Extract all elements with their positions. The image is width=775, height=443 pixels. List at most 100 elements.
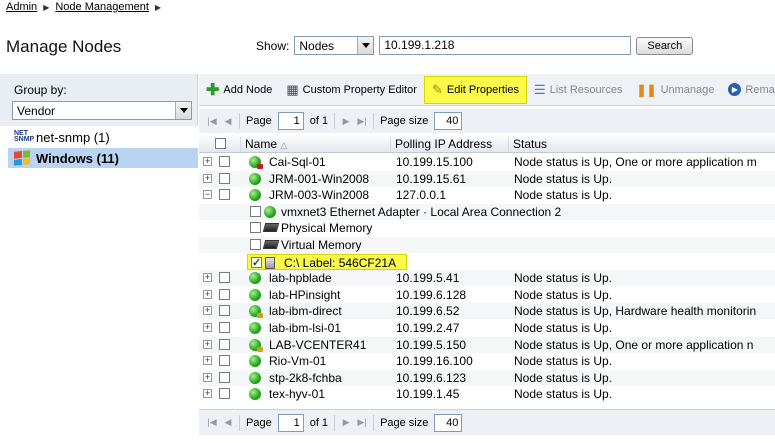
breadcrumb-node-management[interactable]: Node Management (55, 1, 149, 13)
resource-item[interactable]: Physical Memory (247, 220, 767, 236)
resource-item[interactable]: vmxnet3 Ethernet Adapter · Local Area Co… (247, 204, 767, 220)
critical-badge-icon (257, 164, 263, 169)
next-page-icon[interactable]: ▶ (341, 116, 351, 126)
group-by-select[interactable]: Vendor (12, 101, 192, 120)
table-row[interactable]: + lab-ibm-lsi-01 10.199.2.47 Node status is… (199, 320, 775, 336)
expand-icon[interactable]: + (203, 273, 212, 283)
row-checkbox[interactable] (219, 388, 230, 400)
list-resources-button[interactable]: ☰ List Resources (527, 75, 629, 105)
custom-property-editor-button[interactable]: ▦ Custom Property Editor (279, 75, 424, 105)
table-row[interactable]: + JRM-001-Win2008 10.199.15.61 Node status … (199, 170, 775, 187)
expand-icon[interactable]: + (203, 339, 212, 349)
node-name[interactable]: lab-HPinsight (269, 287, 389, 303)
page-size-input[interactable]: 40 (434, 413, 463, 432)
resource-item[interactable]: Virtual Memory (247, 237, 767, 253)
row-checkbox[interactable] (219, 338, 230, 350)
expand-icon[interactable]: + (203, 372, 212, 382)
warning-badge-icon (257, 313, 263, 319)
row-checkbox[interactable] (219, 172, 230, 184)
polling-ip: 127.0.0.1 (396, 188, 447, 203)
search-button[interactable]: Search (636, 36, 694, 55)
node-status: Node status is Up, One or more applicati… (514, 155, 757, 169)
add-node-button[interactable]: ✚ Add Node (199, 75, 279, 105)
node-name[interactable]: Cai-Sql-01 (269, 154, 389, 170)
last-page-icon[interactable]: ▶| (357, 417, 367, 428)
node-name[interactable]: LAB-VCENTER41 (269, 337, 389, 353)
last-page-icon[interactable]: ▶| (357, 116, 367, 126)
node-name[interactable]: tex-hyv-01 (269, 386, 389, 402)
node-name[interactable]: JRM-003-Win2008 (269, 187, 389, 203)
resource-checkbox[interactable] (250, 222, 261, 234)
next-page-icon[interactable]: ▶ (341, 417, 351, 428)
row-checkbox[interactable] (219, 288, 230, 300)
node-name[interactable]: stp-2k8-fchba (269, 370, 389, 386)
expand-icon[interactable]: + (203, 289, 212, 299)
select-all-checkbox[interactable] (215, 138, 226, 149)
row-checkbox[interactable] (219, 305, 230, 317)
status-up-icon (249, 338, 263, 352)
expand-icon[interactable]: + (203, 157, 212, 166)
show-select[interactable]: Nodes (294, 36, 375, 55)
row-checkbox[interactable] (219, 272, 230, 284)
polling-ip: 10.199.1.45 (396, 387, 460, 402)
search-input[interactable]: 10.199.1.218 (379, 36, 632, 55)
resource-checkbox[interactable] (250, 205, 261, 217)
expand-icon[interactable]: + (203, 173, 212, 183)
row-checkbox[interactable] (219, 371, 230, 383)
header-status[interactable]: Status (509, 137, 775, 152)
node-status: Node status is Up, One or more applicati… (514, 337, 754, 352)
resource-checkbox[interactable] (251, 255, 262, 269)
prev-page-icon[interactable]: ◀ (223, 116, 233, 126)
polling-ip: 10.199.6.123 (396, 370, 467, 385)
node-name[interactable]: Rio-Vm-01 (269, 353, 389, 369)
page-input[interactable]: 1 (277, 112, 304, 130)
table-row[interactable]: + Cai-Sql-01 10.199.15.100 Node status is U… (199, 154, 775, 170)
table-row[interactable]: + lab-hpblade 10.199.5.41 Node status is Up… (199, 270, 775, 287)
child-resource-row[interactable]: Virtual Memory (199, 237, 775, 253)
prev-page-icon[interactable]: ◀ (223, 417, 233, 428)
node-name[interactable]: lab-ibm-lsi-01 (269, 320, 389, 336)
child-resource-row[interactable]: Physical Memory (199, 220, 775, 236)
table-row[interactable]: + tex-hyv-01 10.199.1.45 Node status is Up. (199, 386, 775, 402)
page-size-input[interactable]: 40 (434, 112, 463, 130)
node-name[interactable]: lab-hpblade (269, 270, 389, 286)
table-row[interactable]: + Rio-Vm-01 10.199.16.100 Node status is Up… (199, 353, 775, 369)
node-status: Node status is Up. (514, 188, 613, 203)
header-name[interactable]: Name △ (241, 137, 391, 152)
selected-resource[interactable]: C:\ Label: 546CF21A (247, 253, 407, 270)
expand-icon[interactable]: + (203, 323, 212, 332)
unmanage-button[interactable]: ❚❚ Unmanage (629, 75, 721, 105)
expand-icon[interactable]: + (203, 389, 212, 399)
row-checkbox[interactable] (219, 322, 230, 333)
expand-icon[interactable]: + (203, 356, 212, 366)
first-page-icon[interactable]: |◀ (207, 417, 217, 428)
collapse-icon[interactable]: − (203, 190, 212, 200)
expand-icon[interactable]: + (203, 306, 212, 316)
child-resource-row[interactable]: C:\ Label: 546CF21A (199, 253, 775, 270)
table-row[interactable]: + lab-ibm-direct 10.199.6.52 Node status is… (199, 303, 775, 320)
table-row[interactable]: + lab-HPinsight 10.199.6.128 Node status is… (199, 287, 775, 303)
row-checkbox[interactable] (219, 355, 230, 367)
row-checkbox[interactable] (219, 156, 230, 167)
table-row[interactable]: + LAB-VCENTER41 10.199.5.150 Node status is… (199, 336, 775, 353)
child-resource-row[interactable]: vmxnet3 Ethernet Adapter · Local Area Co… (199, 203, 775, 220)
table-row[interactable]: + stp-2k8-fchba 10.199.6.123 Node status is… (199, 369, 775, 386)
node-name[interactable]: lab-ibm-direct (269, 303, 389, 319)
first-page-icon[interactable]: |◀ (207, 116, 217, 126)
status-up-icon (249, 388, 261, 401)
header-ip[interactable]: Polling IP Address (391, 137, 509, 152)
group-item-net-snmp[interactable]: NET SNMP net-snmp (1) (8, 127, 198, 147)
pager-divider (373, 113, 375, 129)
chevron-down-icon[interactable] (357, 37, 374, 54)
page-input[interactable]: 1 (277, 413, 304, 432)
chevron-down-icon[interactable] (175, 102, 191, 119)
remanage-button[interactable]: ▶ Rema (721, 75, 775, 105)
breadcrumb-admin[interactable]: Admin (6, 1, 37, 13)
edit-properties-button[interactable]: ✎ Edit Properties (423, 75, 528, 104)
node-name[interactable]: JRM-001-Win2008 (269, 171, 389, 187)
group-item-windows[interactable]: Windows (11) (8, 148, 198, 168)
resource-name: Physical Memory (281, 221, 373, 236)
row-checkbox[interactable] (219, 189, 230, 201)
resource-checkbox[interactable] (250, 239, 261, 250)
table-row[interactable]: − JRM-003-Win2008 127.0.0.1 Node status is … (199, 187, 775, 203)
